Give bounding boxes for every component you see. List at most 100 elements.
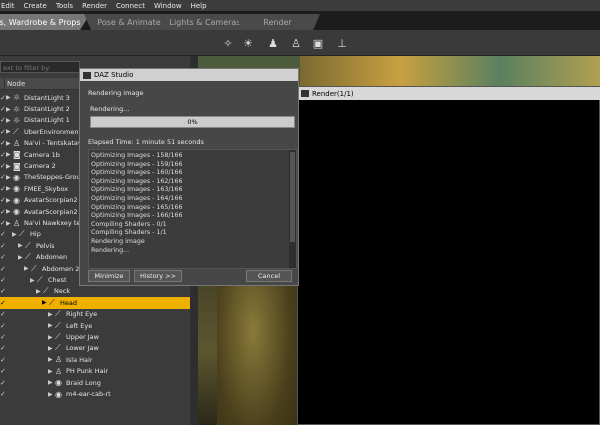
- render-window-title[interactable]: Render(1/1): [298, 87, 600, 100]
- visibility-check-icon[interactable]: ✓: [0, 356, 6, 364]
- expand-arrow-icon[interactable]: ▶: [42, 299, 47, 306]
- visibility-check-icon[interactable]: ✓: [0, 390, 6, 398]
- filter-input[interactable]: ext to filter by:: [0, 61, 80, 73]
- scene-row-label: AvatarScorpian2: [24, 207, 78, 216]
- expand-arrow-icon[interactable]: ▶: [48, 322, 53, 329]
- node-column-label[interactable]: Node: [7, 80, 25, 88]
- activity-tab-bar: s, Wardrobe & Props Pose & Animate Light…: [0, 11, 600, 30]
- render-settings-icon[interactable]: ✧: [220, 35, 236, 51]
- expand-arrow-icon[interactable]: ▶: [18, 242, 23, 249]
- scene-row-label: DistantLight 1: [24, 116, 70, 125]
- tab-content-library[interactable]: s, Wardrobe & Props: [0, 14, 90, 30]
- scene-row-label: TheSteppes-Grou: [24, 173, 81, 182]
- render-log[interactable]: Optimizing Images - 158/166 Optimizing Im…: [88, 149, 297, 269]
- expand-arrow-icon[interactable]: ▶: [48, 379, 53, 386]
- log-line: Optimizing Images - 164/166: [91, 195, 183, 202]
- expand-arrow-icon[interactable]: ▶: [6, 106, 11, 113]
- menu-help[interactable]: Help: [191, 2, 207, 10]
- menu-tools[interactable]: Tools: [56, 2, 73, 10]
- tab-render[interactable]: Render: [235, 14, 320, 30]
- expand-arrow-icon[interactable]: ▶: [6, 128, 11, 135]
- menu-edit[interactable]: Edit: [1, 2, 15, 10]
- expand-arrow-icon[interactable]: ▶: [48, 368, 53, 375]
- visibility-check-icon[interactable]: ✓: [0, 287, 6, 295]
- tab-pose-animate[interactable]: Pose & Animate: [84, 14, 174, 30]
- expand-arrow-icon[interactable]: ▶: [6, 220, 11, 227]
- lighting-icon[interactable]: ☀: [240, 35, 256, 51]
- expand-arrow-icon[interactable]: ▶: [6, 163, 11, 170]
- save-icon[interactable]: ▣: [310, 35, 326, 51]
- scene-row[interactable]: ✓ ▶ ⟋ Right Eye: [0, 309, 190, 320]
- scene-row-label: Braid Long: [66, 378, 101, 387]
- scene-row[interactable]: ✓ ▶ ⟋ Upper Jaw: [0, 331, 190, 342]
- scene-row-label: Abdomen 2: [42, 264, 80, 273]
- scene-row-label: Abdomen: [36, 253, 68, 262]
- visibility-check-icon[interactable]: ✓: [0, 253, 6, 261]
- expand-arrow-icon[interactable]: ▶: [36, 288, 41, 295]
- visibility-check-icon[interactable]: ✓: [0, 242, 6, 250]
- expand-arrow-icon[interactable]: ▶: [48, 391, 53, 398]
- scene-row[interactable]: ✓ ▶ ⟋ Neck: [0, 286, 190, 297]
- menu-window[interactable]: Window: [154, 2, 182, 10]
- visibility-check-icon[interactable]: ✓: [0, 367, 6, 375]
- visibility-check-icon[interactable]: ✓: [0, 276, 6, 284]
- scene-row[interactable]: ✓ ▶ ⟋ Head: [0, 297, 190, 309]
- node-icon: ☼: [13, 104, 21, 114]
- visibility-check-icon[interactable]: ✓: [0, 379, 6, 387]
- visibility-check-icon[interactable]: ✓: [0, 265, 6, 273]
- minimize-button[interactable]: Minimize: [88, 270, 130, 282]
- menu-connect[interactable]: Connect: [116, 2, 145, 10]
- scene-row-label: Head: [60, 298, 77, 307]
- log-line: Optimizing Images - 158/166: [91, 152, 183, 159]
- figure-pose-icon[interactable]: ♟: [265, 35, 281, 51]
- log-scrollbar[interactable]: [289, 150, 296, 268]
- expand-arrow-icon[interactable]: ▶: [48, 345, 53, 352]
- log-line: Optimizing Images - 162/166: [91, 177, 183, 185]
- expand-arrow-icon[interactable]: ▶: [6, 117, 11, 124]
- scene-row-label: PH Punk Hair: [66, 367, 109, 376]
- scene-row[interactable]: ✓ ▶ ⟋ Lower Jaw: [0, 343, 190, 354]
- visibility-check-icon[interactable]: ✓: [0, 310, 6, 318]
- render-progress-bar: 0%: [90, 116, 295, 128]
- scene-row-label: Chest: [48, 276, 67, 285]
- visibility-check-icon[interactable]: ✓: [0, 344, 6, 352]
- cancel-button[interactable]: Cancel: [246, 270, 292, 282]
- expand-arrow-icon[interactable]: ▶: [48, 334, 53, 341]
- expand-arrow-icon[interactable]: ▶: [6, 140, 11, 147]
- expand-arrow-icon[interactable]: ▶: [24, 265, 29, 272]
- expand-arrow-icon[interactable]: ▶: [12, 231, 17, 238]
- expand-arrow-icon[interactable]: ▶: [6, 208, 11, 215]
- hierarchy-icon[interactable]: ⊥: [334, 35, 350, 51]
- dialog-title-bar[interactable]: DAZ Studio: [80, 69, 298, 81]
- expand-arrow-icon[interactable]: ▶: [6, 174, 11, 181]
- scene-row[interactable]: ✓ ▶ ◉ Braid Long: [0, 377, 190, 388]
- expand-arrow-icon[interactable]: ▶: [6, 151, 11, 158]
- menu-create[interactable]: Create: [24, 2, 47, 10]
- history-button[interactable]: History >>: [134, 270, 182, 282]
- rendering-dialog: DAZ Studio Rendering image Rendering... …: [79, 68, 299, 286]
- expand-arrow-icon[interactable]: ▶: [6, 197, 11, 204]
- visibility-check-icon[interactable]: ✓: [0, 299, 6, 307]
- scene-figure-icon[interactable]: ♙: [288, 35, 304, 51]
- scene-row[interactable]: ✓ ▶ ⟋ Left Eye: [0, 320, 190, 331]
- menu-render[interactable]: Render: [82, 2, 107, 10]
- visibility-check-icon[interactable]: ✓: [0, 322, 6, 330]
- dialog-title: DAZ Studio: [94, 71, 134, 79]
- expand-arrow-icon[interactable]: ▶: [48, 356, 53, 363]
- expand-arrow-icon[interactable]: ▶: [30, 277, 35, 284]
- scene-row[interactable]: ✓ ▶ ◉ m4-ear-cab-rt: [0, 388, 190, 399]
- scene-row-label: DistantLight 3: [24, 93, 70, 102]
- expand-arrow-icon[interactable]: ▶: [6, 185, 11, 192]
- visibility-check-icon[interactable]: ✓: [0, 230, 6, 238]
- scene-row[interactable]: ✓ ▶ ♙ PH Punk Hair: [0, 366, 190, 377]
- expand-arrow-icon[interactable]: ▶: [6, 94, 11, 101]
- visibility-check-icon[interactable]: ✓: [0, 333, 6, 341]
- expand-arrow-icon[interactable]: ▶: [48, 311, 53, 318]
- daz-logo-icon: [301, 90, 309, 97]
- scene-row[interactable]: ✓ ▶ ♙ Isla Hair: [0, 354, 190, 365]
- node-icon: ♙: [13, 138, 21, 148]
- node-icon: ◙: [13, 150, 21, 160]
- dialog-status: Rendering...: [90, 105, 130, 113]
- expand-arrow-icon[interactable]: ▶: [18, 254, 23, 261]
- node-icon: ⟋: [55, 343, 61, 353]
